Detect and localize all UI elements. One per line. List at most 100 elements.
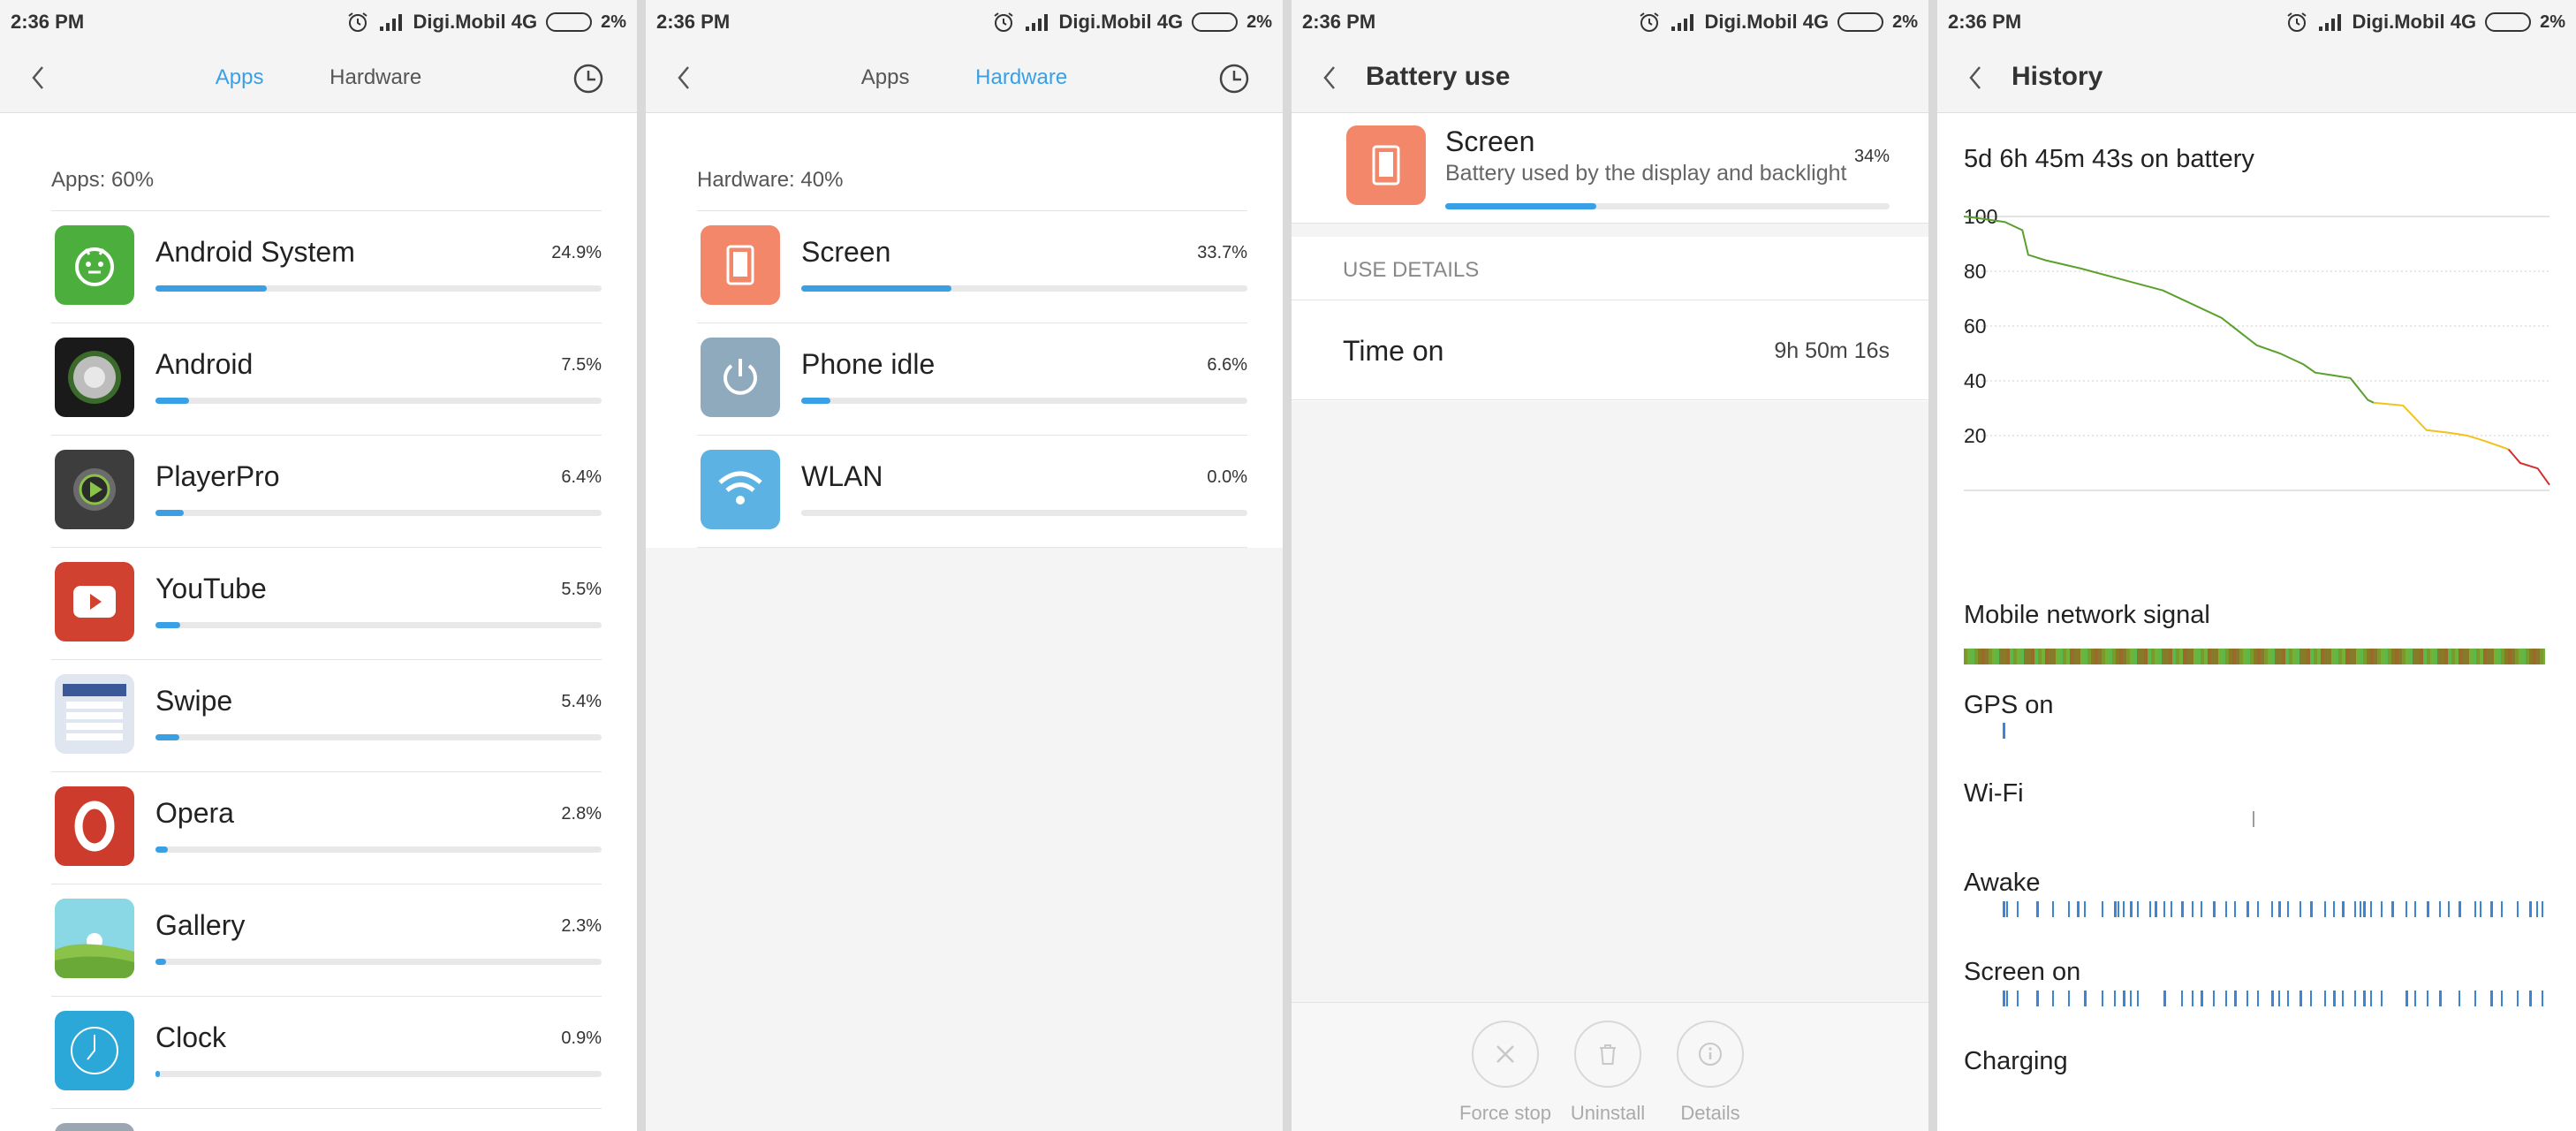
list-item[interactable]: Phone idle 6.6%: [697, 323, 1247, 436]
usage-bar: [155, 285, 602, 292]
tab-apps[interactable]: Apps: [861, 65, 910, 90]
screen-on-label: Screen on: [1964, 958, 2081, 986]
item-value: 0.0%: [1207, 467, 1247, 487]
usage-bar-fill: [155, 734, 180, 740]
item-value: 33.7%: [1197, 243, 1247, 262]
list-item[interactable]: Android System 24.9%: [51, 211, 602, 323]
action-footer: Force stop Uninstall Details: [1292, 1002, 1928, 1131]
hardware-section-title: Hardware: 40%: [697, 168, 844, 192]
item-value: 5.4%: [561, 692, 602, 711]
use-details-header: USE DETAILS: [1292, 237, 1928, 300]
carrier-name: Digi.Mobil 4G: [1058, 11, 1184, 33]
list-item[interactable]: Screen 33.7%: [697, 211, 1247, 323]
divider: [1292, 223, 1928, 237]
top-bar: Apps Hardware: [0, 44, 637, 113]
status-bar: 2:36 PM Digi.Mobil 4G 2%: [646, 0, 1283, 44]
battery-line-green: [1963, 216, 2375, 404]
trash-icon: [1600, 1044, 1616, 1065]
battery-line-yellow: [2374, 401, 2509, 451]
status-time: 2:36 PM: [11, 11, 85, 33]
battery-percent: 2%: [601, 11, 626, 32]
history-clock-icon[interactable]: [572, 62, 605, 95]
item-name: Clock: [155, 1021, 227, 1053]
list-item[interactable]: WLAN 0.0%: [697, 436, 1247, 548]
history-clock-icon[interactable]: [1217, 62, 1251, 95]
battery-duration: 5d 6h 45m 43s on battery: [1964, 145, 2254, 173]
usage-bar: [155, 734, 602, 740]
uninstall-label: Uninstall: [1570, 1102, 1646, 1124]
gps-label: GPS on: [1964, 691, 2054, 719]
back-icon[interactable]: [1316, 64, 1345, 92]
list-item[interactable]: Android 7.5%: [51, 323, 602, 436]
charging-label: Charging: [1964, 1047, 2068, 1075]
back-icon[interactable]: [1962, 64, 1990, 92]
usage-bar: [155, 846, 602, 853]
usage-bar: [155, 510, 602, 516]
awake-label: Awake: [1964, 869, 2041, 897]
history-screen: 2:36 PM Digi.Mobil 4G 2% History 5d 6h 4…: [1937, 0, 2576, 1131]
item-name: Swipe: [155, 685, 233, 717]
hardware-list: Screen 33.7% Phone idle 6.6% WLAN 0.0%: [697, 210, 1247, 548]
battery-icon: [2485, 12, 2532, 32]
page-title: History: [2012, 62, 2103, 91]
list-item[interactable]: Swipe 5.4%: [51, 660, 602, 772]
usage-bar: [801, 285, 1247, 292]
battery-use-screen: 2:36 PM Digi.Mobil 4G 2% Battery use Scr…: [1292, 0, 1928, 1131]
signal-icon: [2318, 14, 2341, 31]
item-value: 2.3%: [561, 916, 602, 936]
alarm-icon: [2286, 12, 2307, 32]
tab-hardware[interactable]: Hardware: [330, 65, 421, 90]
list-item[interactable]: Opera 2.8%: [51, 772, 602, 884]
status-bar: 2:36 PM Digi.Mobil 4G 2%: [1292, 0, 1928, 44]
battery-percent: 2%: [1246, 11, 1272, 32]
usage-bar: [155, 622, 602, 628]
details-label: Details: [1680, 1102, 1740, 1124]
alarm-icon: [993, 12, 1013, 32]
usage-bar-fill: [801, 285, 952, 292]
list-item[interactable]: Clock 0.9%: [51, 997, 602, 1109]
playerpro-icon: [55, 450, 134, 529]
opera-icon: [55, 786, 134, 866]
page-title: Battery use: [1366, 62, 1511, 91]
list-item-partial[interactable]: [51, 1109, 602, 1131]
top-bar: History: [1937, 44, 2576, 113]
details-button[interactable]: Details: [1662, 1021, 1759, 1125]
status-time: 2:36 PM: [1948, 11, 2022, 33]
y-tick-label: 60: [1964, 315, 1987, 338]
item-name: Screen: [801, 236, 891, 268]
item-name: Screen: [1445, 125, 1535, 157]
item-name: Gallery: [155, 909, 246, 941]
usage-bar: [1445, 203, 1890, 209]
signal-icon: [379, 14, 402, 31]
y-tick-label: 80: [1964, 260, 1987, 283]
list-item[interactable]: PlayerPro 6.4%: [51, 436, 602, 548]
force-stop-button[interactable]: Force stop: [1457, 1021, 1554, 1125]
y-tick-label: 20: [1964, 424, 1987, 447]
top-bar: Apps Hardware: [646, 44, 1283, 113]
use-details-label: USE DETAILS: [1343, 258, 1480, 282]
list-item[interactable]: Gallery 2.3%: [51, 884, 602, 997]
alarm-icon: [347, 12, 367, 32]
battery-percent: 2%: [2540, 11, 2565, 32]
clock-icon: [55, 1011, 134, 1090]
time-on-row: Time on 9h 50m 16s: [1292, 301, 1928, 400]
tab-apps[interactable]: Apps: [216, 65, 264, 90]
alarm-icon: [1639, 12, 1659, 32]
y-tick-label: 40: [1964, 369, 1987, 392]
usage-bar-fill: [1445, 203, 1597, 209]
battery-icon: [1192, 12, 1239, 32]
uninstall-button[interactable]: Uninstall: [1559, 1021, 1656, 1125]
android-robot-icon: [55, 225, 134, 305]
mobile-signal-strip: [1964, 649, 2545, 664]
battery-icon: [546, 12, 593, 32]
empty-area: [646, 548, 1283, 1131]
battery-level-chart: 10080604020: [1963, 205, 2550, 491]
item-name: Android: [155, 348, 254, 380]
status-time: 2:36 PM: [1302, 11, 1376, 33]
list-item[interactable]: YouTube 5.5%: [51, 548, 602, 660]
item-value: 0.9%: [561, 1029, 602, 1048]
item-percent: 34%: [1853, 147, 1890, 166]
tab-hardware[interactable]: Hardware: [975, 65, 1067, 90]
usage-bar-fill: [155, 398, 189, 404]
force-stop-label: Force stop: [1459, 1102, 1551, 1124]
